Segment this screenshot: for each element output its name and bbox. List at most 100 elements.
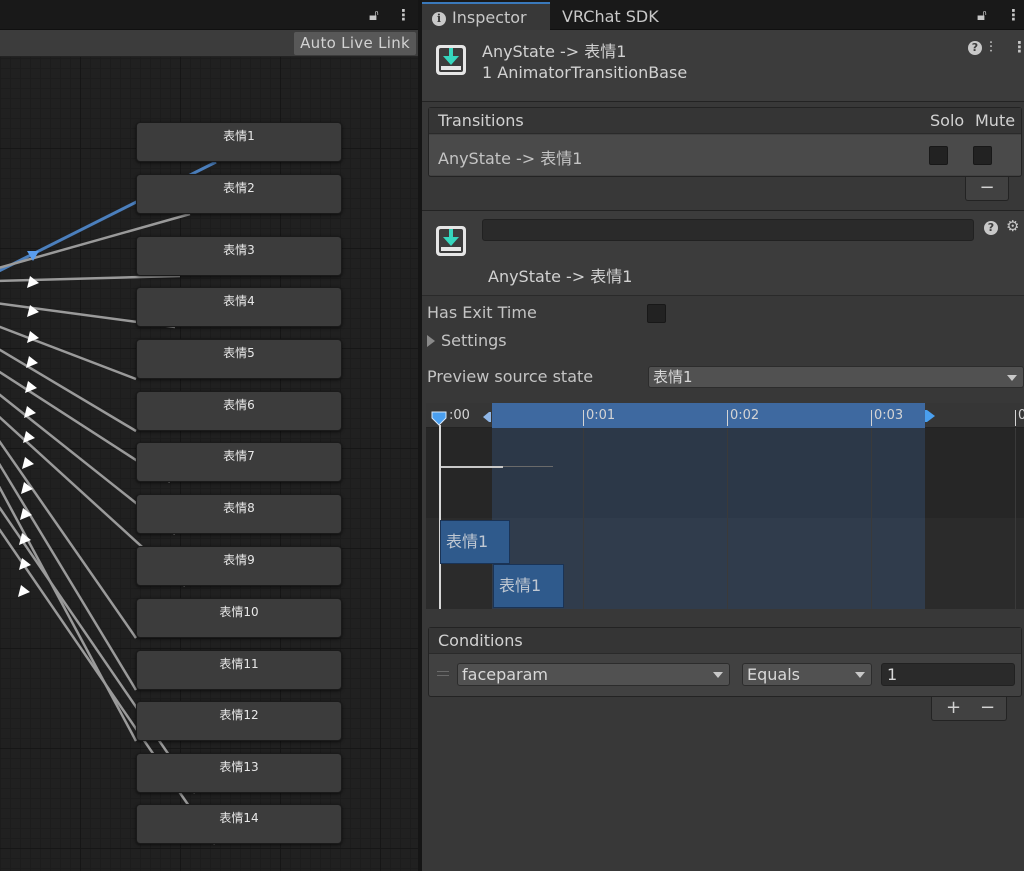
auto-live-link-button[interactable]: Auto Live Link (294, 32, 416, 55)
transition-line[interactable] (0, 274, 181, 283)
timeline-ruler[interactable]: :00 0:01 0:02 0:03 0 (426, 403, 1024, 428)
state-node[interactable]: 表情12 (136, 701, 342, 741)
weight-curve-tail (503, 466, 553, 467)
lock-icon[interactable]: 🔓︎ (977, 6, 987, 24)
tick-mark (871, 410, 872, 426)
transition-arrow (26, 356, 38, 368)
transitions-list: Transitions Solo Mute AnyState -> 表情1 (428, 107, 1022, 177)
transition-arrow (23, 431, 35, 443)
state-node[interactable]: 表情2 (136, 174, 342, 214)
kebab-menu-icon[interactable]: ⋮ (1012, 38, 1024, 56)
state-node[interactable]: 表情6 (136, 391, 342, 431)
preview-source-dropdown[interactable]: 表情1 (648, 366, 1024, 388)
lock-icon[interactable]: 🔓︎ (369, 6, 379, 24)
state-node[interactable]: 表情3 (136, 236, 342, 276)
kebab-menu-icon[interactable]: ⋮ (396, 6, 411, 24)
remove-condition-button[interactable]: − (980, 697, 995, 719)
condition-value-field[interactable]: 1 (881, 663, 1015, 686)
graph-toolbar: Auto Live Link (0, 30, 418, 57)
tick-label-1: 0:01 (586, 408, 616, 423)
condition-parameter-value: faceparam (462, 665, 549, 684)
grid-line (871, 428, 872, 609)
tick-label-4: 0 (1018, 408, 1024, 423)
transition-detail-header: ? ⚙ AnyState -> 表情1 (422, 210, 1024, 296)
transition-timeline[interactable]: :00 0:01 0:02 0:03 0 表情1 表情1 (426, 403, 1024, 609)
state-node[interactable]: 表情10 (136, 598, 342, 638)
destination-clip[interactable]: 表情1 (493, 564, 564, 608)
gear-icon[interactable]: ⚙ (1006, 217, 1019, 235)
tab-inspector-label: Inspector (452, 8, 527, 27)
has-exit-time-checkbox[interactable] (647, 304, 666, 323)
preview-source-value: 表情1 (653, 368, 693, 386)
solo-column-label: Solo (930, 111, 965, 130)
state-node[interactable]: 表情9 (136, 546, 342, 586)
info-icon: i (432, 12, 446, 26)
tick-mark (1015, 410, 1016, 426)
condition-parameter-dropdown[interactable]: faceparam (457, 663, 730, 686)
tick-label-2: 0:02 (730, 408, 760, 423)
mute-checkbox[interactable] (973, 146, 992, 165)
tick-label-0: :00 (449, 408, 470, 423)
transition-icon (436, 45, 466, 75)
transition-row-label: AnyState -> 表情1 (438, 149, 583, 168)
transition-arrow (24, 406, 36, 418)
transition-line[interactable] (0, 347, 137, 433)
add-condition-button[interactable]: + (946, 697, 961, 719)
transition-row[interactable]: AnyState -> 表情1 (429, 135, 1021, 175)
chevron-down-icon (713, 672, 723, 678)
source-clip[interactable]: 表情1 (440, 520, 510, 564)
tick-label-3: 0:03 (874, 408, 904, 423)
graph-tab-bar: 🔓︎ ⋮ (0, 0, 418, 30)
transition-end-handle-icon[interactable] (925, 409, 937, 423)
transition-line[interactable] (0, 325, 137, 381)
chevron-down-icon (1007, 375, 1017, 381)
tab-vrchat-sdk[interactable]: VRChat SDK (562, 3, 659, 30)
state-node[interactable]: 表情5 (136, 339, 342, 379)
transition-start-handle-icon[interactable] (481, 411, 493, 423)
tick-mark (727, 410, 728, 426)
transition-line[interactable] (0, 457, 138, 691)
transitions-list-header: Transitions Solo Mute (429, 108, 1021, 134)
settings-foldout-arrow-icon[interactable] (427, 335, 435, 347)
transition-arrow (18, 585, 30, 597)
state-node[interactable]: 表情8 (136, 494, 342, 534)
drag-handle-icon[interactable] (437, 671, 449, 676)
transition-arrow (22, 457, 34, 469)
state-node[interactable]: 表情1 (136, 122, 342, 162)
preview-source-label: Preview source state (427, 367, 594, 386)
animator-graph-panel: 🔓︎ ⋮ Auto Live Link 表情1 表情2 表情3 表情4 表情5 表情6 表情… (0, 0, 418, 871)
tab-inspector[interactable]: i Inspector (422, 2, 550, 30)
conditions-list: Conditions faceparam Equals 1 (428, 627, 1022, 697)
remove-transition-button[interactable]: − (965, 177, 1009, 201)
weight-curve (441, 466, 503, 468)
help-icon[interactable]: ? (968, 41, 982, 55)
state-node[interactable]: 表情14 (136, 804, 342, 844)
transition-name-field[interactable] (482, 219, 974, 241)
transition-detail-label: AnyState -> 表情1 (488, 267, 633, 286)
grid-line (583, 428, 584, 609)
state-node[interactable]: 表情11 (136, 650, 342, 690)
chevron-down-icon (855, 672, 865, 678)
state-node[interactable]: 表情4 (136, 287, 342, 327)
header-subtitle: 1 AnimatorTransitionBase (482, 63, 688, 82)
state-node[interactable]: 表情7 (136, 442, 342, 482)
help-icon[interactable]: ? (984, 221, 998, 235)
ruler-transition-range[interactable] (492, 403, 925, 428)
condition-mode-value: Equals (747, 665, 800, 684)
mute-column-label: Mute (975, 111, 1016, 130)
graph-canvas[interactable]: 表情1 表情2 表情3 表情4 表情5 表情6 表情7 表情8 表情9 表情10 表情11 表情12 表… (0, 57, 418, 871)
preset-sliders-icon[interactable]: ⫶ (989, 38, 993, 56)
conditions-list-header: Conditions (429, 628, 1021, 654)
conditions-footer: + − (931, 697, 1007, 721)
playhead-marker-icon[interactable] (431, 410, 447, 426)
condition-mode-dropdown[interactable]: Equals (742, 663, 872, 686)
grid-line (1015, 428, 1016, 609)
transition-arrow (21, 482, 33, 494)
has-exit-time-label: Has Exit Time (427, 303, 537, 322)
kebab-menu-icon[interactable]: ⋮ (1006, 6, 1021, 24)
transition-arrow (27, 276, 39, 288)
state-node[interactable]: 表情13 (136, 753, 342, 793)
settings-foldout-label[interactable]: Settings (441, 331, 507, 350)
solo-checkbox[interactable] (929, 146, 948, 165)
playhead-line[interactable] (439, 425, 441, 609)
